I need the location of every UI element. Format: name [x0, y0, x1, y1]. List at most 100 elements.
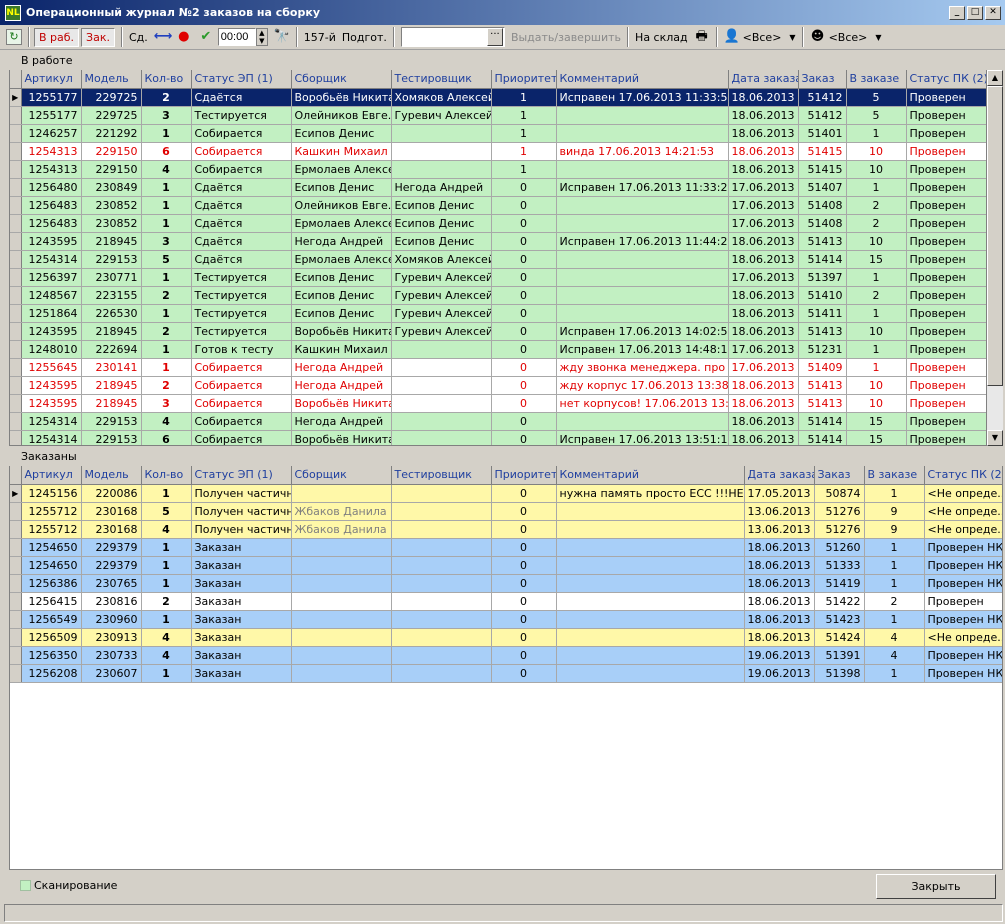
column-header[interactable]: Комментарий [556, 70, 729, 89]
column-header[interactable]: Сборщик [291, 466, 392, 485]
column-header[interactable]: Комментарий [556, 466, 745, 485]
tester-cell: Хомяков Алексей [391, 88, 492, 107]
column-header[interactable]: Тестировщик [391, 70, 492, 89]
model-cell: 229725 [81, 106, 142, 125]
column-header[interactable]: Тестировщик [391, 466, 492, 485]
column-header[interactable]: В заказе [864, 466, 925, 485]
table-row[interactable]: 1243595 218945 2 Тестируется Воробьёв Никита… [10, 322, 986, 341]
second-filter-dropdown[interactable]: ☻ <Все> ▼ [810, 27, 882, 47]
table-row[interactable]: 1256483 230852 1 Сдаётся Олейников Евге... Ес… [10, 196, 986, 215]
table-row[interactable]: 1256480 230849 1 Сдаётся Есипов Денис Негода … [10, 178, 986, 197]
refresh-button[interactable]: ↻ [6, 27, 22, 47]
column-header[interactable]: Статус ЭП (1) [191, 70, 292, 89]
quantity-cell: 4 [141, 160, 192, 179]
pc-status-cell: Проверен [906, 376, 986, 395]
to-warehouse-button[interactable]: На склад [635, 27, 688, 47]
column-header[interactable]: Заказ [814, 466, 865, 485]
time-input[interactable] [217, 28, 256, 46]
table-row[interactable]: 1254314 229153 6 Собирается Воробьёв Никита 0… [10, 430, 986, 445]
table-row[interactable]: 1255177 229725 3 Тестируется Олейников Евге.… [10, 106, 986, 125]
table-row[interactable]: 1254314 229153 4 Собирается Негода Андрей 0 18… [10, 412, 986, 431]
column-header[interactable]: Приоритет [491, 466, 557, 485]
order-number-cell: 51415 [798, 142, 847, 161]
table-row[interactable]: 1255645 230141 1 Собирается Негода Андрей 0 жд… [10, 358, 986, 377]
order-number-cell: 51411 [798, 304, 847, 323]
table-row[interactable]: 1248010 222694 1 Готов к тесту Кашкин Михаил… [10, 340, 986, 359]
table-row[interactable]: 1243595 218945 3 Сдаётся Негода Андрей Есипов… [10, 232, 986, 251]
scroll-thumb[interactable] [987, 86, 1003, 386]
table-row[interactable]: 12543142291535СдаётсяЕрмолаев АлексейХом… [10, 250, 986, 269]
column-header[interactable]: Артикул [21, 70, 82, 89]
table-row[interactable]: 1256415 230816 2 Заказан 0 18.06.2013 51422 2 Пр… [10, 592, 1002, 611]
red-light-icon: ● [178, 29, 190, 44]
column-header[interactable]: Дата заказа [744, 466, 815, 485]
minimize-button[interactable]: _ [949, 6, 965, 20]
table-row[interactable]: 1254650 229379 1 Заказан 0 18.06.2013 51260 1 Пр… [10, 538, 1002, 557]
table-row[interactable]: 1256397 230771 1 Тестируется Есипов Денис Гур… [10, 268, 986, 287]
table-row[interactable]: 1255712 230168 5 Получен частично Жбаков Дан… [10, 502, 1002, 521]
barcode-field: ··· [400, 27, 505, 47]
column-header[interactable]: Статус ПК (2) [906, 70, 986, 89]
table-row[interactable]: 1256350 230733 4 Заказан 0 19.06.2013 51391 4 Пр… [10, 646, 1002, 665]
scroll-down-button[interactable]: ▼ [987, 430, 1003, 446]
scroll-up-button[interactable]: ▲ [987, 70, 1003, 86]
status-cell: Сдаётся [191, 232, 292, 251]
column-header[interactable]: Заказ [798, 70, 847, 89]
search-button[interactable]: 🔭 [274, 27, 290, 47]
issue-button[interactable]: Выдать/завершить [511, 27, 621, 47]
print-button[interactable]: 🖶 [694, 27, 710, 47]
column-header[interactable]: Модель [81, 466, 142, 485]
column-header[interactable]: Кол-во [141, 466, 192, 485]
orders-toggle[interactable]: Зак. [81, 27, 115, 47]
table-row[interactable]: 1254313 229150 6 Собирается Кашкин Михаил 1 ви… [10, 142, 986, 161]
in-order-cell: 1 [864, 556, 925, 575]
in-work-scrollbar[interactable]: ▲ ▼ [987, 70, 1003, 446]
table-row[interactable]: ▶ 1255177 229725 2 Сдаётся Воробьёв Никита Хом… [10, 88, 986, 107]
status-cell: Сдаётся [191, 196, 292, 215]
in-order-cell: 1 [846, 178, 907, 197]
table-row[interactable]: 1255712 230168 4 Получен частично Жбаков Дан… [10, 520, 1002, 539]
close-window-button[interactable]: ✕ [985, 6, 1001, 20]
in-order-cell: 1 [864, 664, 925, 683]
sd-button[interactable]: Сд. [129, 27, 148, 47]
column-header[interactable]: В заказе [846, 70, 907, 89]
table-row[interactable]: ▶ 1245156 220086 1 Получен частично 0 нужна па… [10, 484, 1002, 503]
assembler-cell: Кашкин Михаил [291, 142, 392, 161]
table-row[interactable]: 12543132291504СобираетсяЕрмолаев Алексей… [10, 160, 986, 179]
table-row[interactable]: 1251864 226530 1 Тестируется Есипов Денис Гур… [10, 304, 986, 323]
article-cell: 1254313 [21, 160, 82, 179]
ordered-body: ▶ 1245156 220086 1 Получен частично 0 нужна па… [10, 484, 1002, 683]
column-header[interactable]: Дата заказа [728, 70, 799, 89]
table-row[interactable]: 1256549 230960 1 Заказан 0 18.06.2013 51423 1 Пр… [10, 610, 1002, 629]
width-button[interactable]: ⟷ [154, 27, 173, 47]
browse-button[interactable]: ··· [486, 28, 503, 46]
check-button[interactable]: ✔ [198, 27, 214, 47]
comment-cell: Исправен 17.06.2013 13:51:16 [556, 430, 729, 445]
table-row[interactable]: 1254650 229379 1 Заказан 0 18.06.2013 51333 1 Пр… [10, 556, 1002, 575]
column-header[interactable]: Статус ПК (2) [924, 466, 1002, 485]
column-header[interactable]: Модель [81, 70, 142, 89]
column-header[interactable]: Статус ЭП (1) [191, 466, 292, 485]
status-cell: Собирается [191, 394, 292, 413]
alert-button[interactable]: ● [176, 27, 192, 47]
user-filter-dropdown[interactable]: 👤 <Все> ▼ [724, 27, 796, 47]
time-spinner[interactable]: ▲ ▼ [255, 28, 268, 46]
pc-status-cell: Проверен [906, 124, 986, 143]
column-header[interactable]: Приоритет [491, 70, 557, 89]
table-row[interactable]: 1256509 230913 4 Заказан 0 18.06.2013 51424 4 <Н… [10, 628, 1002, 647]
column-header[interactable]: Кол-во [141, 70, 192, 89]
table-row[interactable]: 1243595 218945 3 Собирается Воробьёв Никита 0… [10, 394, 986, 413]
in-work-toggle[interactable]: В раб. [34, 27, 80, 47]
maximize-button[interactable]: □ [967, 6, 983, 20]
column-header[interactable]: Сборщик [291, 70, 392, 89]
table-row[interactable]: 12564832308521СдаётсяЕрмолаев АлексейЕси… [10, 214, 986, 233]
column-header[interactable]: Артикул [21, 466, 82, 485]
table-row[interactable]: 1246257 221292 1 Собирается Есипов Денис 1 18.… [10, 124, 986, 143]
close-button[interactable]: Закрыть [876, 874, 996, 899]
prep-button[interactable]: Подгот. [342, 27, 387, 47]
table-row[interactable]: 1256208 230607 1 Заказан 0 19.06.2013 51398 1 Пр… [10, 664, 1002, 683]
second-filter-value: <Все> [828, 30, 868, 44]
table-row[interactable]: 1248567 223155 2 Тестируется Есипов Денис Гур… [10, 286, 986, 305]
table-row[interactable]: 1243595 218945 2 Собирается Негода Андрей 0 жд… [10, 376, 986, 395]
table-row[interactable]: 1256386 230765 1 Заказан 0 18.06.2013 51419 1 Пр… [10, 574, 1002, 593]
